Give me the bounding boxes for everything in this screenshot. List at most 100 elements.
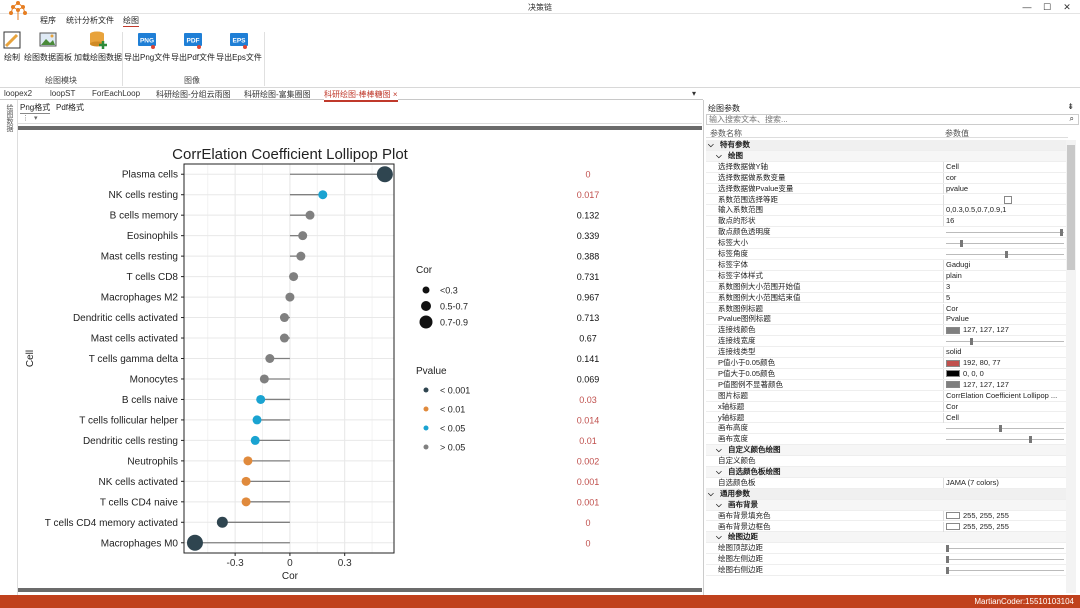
collapse-chevron-icon[interactable]: ⌵ <box>708 489 714 499</box>
property-row[interactable]: 选择数据做Pvalue变量 pvalue <box>706 183 1068 195</box>
property-row[interactable]: 自选颜色板 JAMA (7 colors) <box>706 477 1068 489</box>
property-slider[interactable] <box>946 240 1064 248</box>
property-checkbox[interactable] <box>1004 195 1012 204</box>
property-value[interactable]: cor <box>943 172 1067 183</box>
property-slider[interactable] <box>946 251 1064 258</box>
doc-tab-foreachloop[interactable]: ForEachLoop <box>92 89 140 98</box>
tab-pdf-format[interactable]: Pdf格式 <box>56 102 84 113</box>
property-row[interactable]: 选择数据做系数变量 cor <box>706 172 1068 184</box>
property-value[interactable]: Cell <box>943 161 1067 172</box>
tab-close-icon[interactable]: × <box>393 90 398 99</box>
collapse-chevron-icon[interactable]: ⌵ <box>716 467 722 477</box>
maximize-icon[interactable]: ☐ <box>1040 1 1054 13</box>
property-value[interactable]: plain <box>943 270 1067 281</box>
load-plot-data-button[interactable]: 加载绘图数据 <box>74 28 122 66</box>
property-value[interactable]: CorrElation Coefficient Lollipop ... <box>943 390 1067 401</box>
property-row[interactable]: 画布背景边框色 255, 255, 255 <box>706 521 1068 533</box>
color-swatch[interactable] <box>946 326 960 334</box>
property-row[interactable]: P值图例不显著颜色 127, 127, 127 <box>706 379 1068 391</box>
property-row[interactable]: y轴标题 Cell <box>706 412 1068 424</box>
scrollbar-thumb[interactable] <box>1067 145 1075 270</box>
property-row[interactable]: 画布高度 <box>706 423 1068 435</box>
property-group-row[interactable]: ⌵ 画布背景 <box>706 499 1068 511</box>
slider-handle[interactable] <box>960 240 964 248</box>
slider-handle[interactable] <box>1060 229 1064 237</box>
property-row[interactable]: 绘图右侧边距 <box>706 565 1068 576</box>
color-swatch[interactable] <box>946 512 960 520</box>
minimize-icon[interactable]: — <box>1020 1 1034 13</box>
property-value[interactable]: Cor <box>943 303 1067 314</box>
slider-handle[interactable] <box>946 545 949 553</box>
property-value[interactable]: 3 <box>943 281 1067 292</box>
export-pdf-button[interactable]: PDF 导出Pdf文件 <box>170 28 216 66</box>
property-slider[interactable] <box>946 338 1064 346</box>
ribbon-tab-stats-file[interactable]: 统计分析文件 <box>66 15 114 26</box>
property-row[interactable]: 系数图例标题 Cor <box>706 303 1068 315</box>
property-value[interactable]: Cell <box>943 412 1067 423</box>
property-group-row[interactable]: ⌵ 自定义颜色绘图 <box>706 445 1068 457</box>
property-row[interactable]: 连接线宽度 <box>706 336 1068 348</box>
property-slider[interactable] <box>946 425 1064 433</box>
property-row[interactable]: 散点颜色透明度 <box>706 227 1068 239</box>
property-row[interactable]: 绘图左侧边距 <box>706 554 1068 566</box>
collapse-chevron-icon[interactable]: ⌵ <box>716 445 722 455</box>
doc-tab-loopex2[interactable]: loopex2 <box>4 89 32 98</box>
property-row[interactable]: 图片标题 CorrElation Coefficient Lollipop ... <box>706 390 1068 402</box>
property-slider[interactable] <box>946 545 1064 553</box>
property-value[interactable]: 0,0.3,0.5,0.7,0.9,1 <box>943 205 1067 216</box>
slider-handle[interactable] <box>1005 251 1008 258</box>
property-row[interactable]: 系数范围选择等距 <box>706 194 1068 206</box>
property-row[interactable]: 画布宽度 <box>706 434 1068 446</box>
slider-handle[interactable] <box>946 567 949 575</box>
draw-button[interactable]: 绘制 <box>2 28 22 66</box>
property-value[interactable]: 127, 127, 127 <box>943 379 1067 390</box>
property-row[interactable]: 标签字体样式 plain <box>706 270 1068 282</box>
property-row[interactable]: 标签字体 Gadugi <box>706 259 1068 271</box>
property-slider[interactable] <box>946 229 1064 237</box>
slider-handle[interactable] <box>946 556 949 564</box>
property-value[interactable]: Cor <box>943 401 1067 412</box>
property-group-row[interactable]: ⌵ 特有参数 <box>706 140 1068 151</box>
color-swatch[interactable] <box>946 370 960 378</box>
property-row[interactable]: 选择数据做Y轴 Cell <box>706 161 1068 173</box>
property-value[interactable]: 255, 255, 255 <box>943 521 1067 532</box>
property-value[interactable]: 127, 127, 127 <box>943 325 1067 336</box>
property-row[interactable]: 散点的形状 16 <box>706 216 1068 228</box>
collapse-chevron-icon[interactable]: ⌵ <box>708 140 714 150</box>
collapse-chevron-icon[interactable]: ⌵ <box>716 532 722 542</box>
property-group-row[interactable]: ⌵ 通用参数 <box>706 488 1068 500</box>
property-row[interactable]: 系数图例大小范围开始值 3 <box>706 281 1068 293</box>
property-value[interactable]: Gadugi <box>943 259 1067 270</box>
property-row[interactable]: P值大于0.05颜色 0, 0, 0 <box>706 368 1068 380</box>
property-row[interactable]: P值小于0.05颜色 192, 80, 77 <box>706 358 1068 369</box>
slider-handle[interactable] <box>969 338 973 346</box>
property-value[interactable]: 16 <box>943 216 1067 227</box>
doc-tab-raincloud[interactable]: 科研绘图-分组云雨图 <box>156 89 231 100</box>
tab-png-format[interactable]: Png格式 <box>20 102 51 114</box>
pin-icon[interactable]: ⇟ <box>1067 102 1074 111</box>
collapse-chevron-icon[interactable]: ⌵ <box>716 500 722 510</box>
collapse-chevron-icon[interactable]: ⌵ <box>716 151 722 161</box>
property-value[interactable]: Pvalue <box>943 314 1067 325</box>
properties-search-input[interactable] <box>706 114 1079 125</box>
property-row[interactable]: 画布背景填充色 255, 255, 255 <box>706 510 1068 522</box>
property-row[interactable]: 标签大小 <box>706 238 1068 249</box>
export-png-button[interactable]: PNG 导出Png文件 <box>124 28 170 66</box>
plot-data-panel-button[interactable]: 绘图数据面板 <box>24 28 72 66</box>
property-group-row[interactable]: ⌵ 绘图边距 <box>706 532 1068 544</box>
property-slider[interactable] <box>946 567 1064 575</box>
property-value[interactable]: pvalue <box>943 183 1067 194</box>
property-slider[interactable] <box>946 556 1064 564</box>
property-value[interactable]: 192, 80, 77 <box>943 358 1067 368</box>
tabs-dropdown-icon[interactable]: ▾ <box>692 89 696 98</box>
property-value[interactable]: 5 <box>943 292 1067 303</box>
property-row[interactable]: 输入系数范围 0,0.3,0.5,0.7,0.9,1 <box>706 205 1068 217</box>
slider-handle[interactable] <box>999 425 1003 433</box>
doc-tab-lollipop[interactable]: 科研绘图-棒棒糖图 × <box>324 89 398 102</box>
ribbon-tab-program[interactable]: 程序 <box>40 15 56 26</box>
search-icon[interactable]: ⌕ <box>1070 114 1074 124</box>
export-eps-button[interactable]: EPS 导出Eps文件 <box>216 28 262 66</box>
property-value[interactable]: solid <box>943 347 1067 358</box>
color-swatch[interactable] <box>946 381 960 389</box>
doc-tab-loopst[interactable]: loopST <box>50 89 75 98</box>
